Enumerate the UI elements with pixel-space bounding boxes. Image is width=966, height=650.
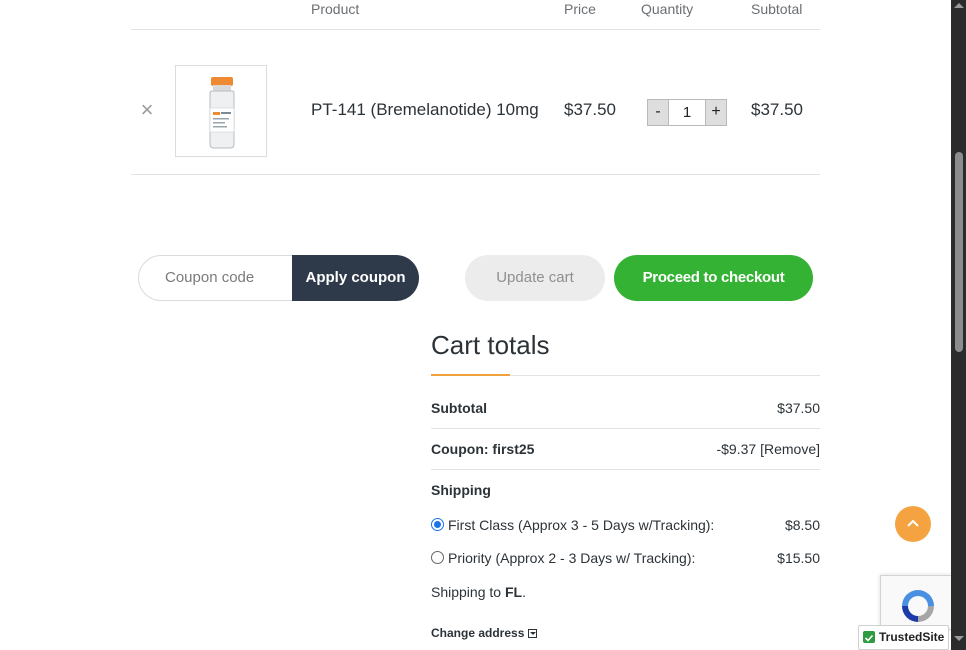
coupon-discount: -$9.37 [Remove]	[716, 441, 820, 457]
divider	[131, 174, 820, 175]
recaptcha-badge[interactable]	[880, 575, 951, 630]
product-thumbnail[interactable]	[175, 65, 267, 157]
recaptcha-icon	[902, 590, 934, 622]
shipping-priority-label[interactable]: Priority (Approx 2 - 3 Days w/ Tracking)…	[448, 550, 695, 566]
quantity-input[interactable]: 1	[669, 99, 705, 126]
coupon-discount-value: -$9.37	[716, 441, 757, 457]
column-header-price: Price	[564, 1, 596, 17]
quantity-decrease-button[interactable]: -	[647, 99, 669, 126]
column-header-product: Product	[311, 1, 360, 17]
column-header-subtotal: Subtotal	[751, 1, 803, 17]
divider	[431, 469, 820, 470]
proceed-to-checkout-button[interactable]: Proceed to checkout	[614, 255, 813, 301]
apply-coupon-button[interactable]: Apply coupon	[292, 255, 419, 301]
checkmark-icon	[863, 631, 875, 643]
scroll-to-top-button[interactable]	[895, 506, 931, 542]
remove-item-icon[interactable]: ×	[138, 99, 156, 121]
caret-down-icon	[528, 629, 538, 638]
shipping-to-prefix: Shipping to	[431, 584, 505, 600]
shipping-state: FL	[504, 584, 523, 600]
scroll-up-arrow-icon[interactable]	[954, 3, 964, 8]
product-name-link[interactable]: PT-141 (Bremelanotide) 10mg	[311, 100, 539, 120]
cart-totals-title: Cart totals	[431, 330, 550, 360]
title-accent-underline	[431, 374, 510, 376]
vial-product-image	[209, 77, 235, 149]
trusted-site-badge[interactable]: TrustedSite	[858, 625, 949, 650]
shipping-priority-radio[interactable]	[431, 551, 444, 564]
subtotal-value: $37.50	[777, 400, 820, 416]
shipping-first-class-radio[interactable]	[431, 518, 444, 531]
product-subtotal: $37.50	[751, 100, 803, 119]
subtotal-label: Subtotal	[431, 400, 487, 416]
shipping-priority-price: $15.50	[777, 550, 820, 566]
divider	[131, 29, 820, 30]
chevron-up-icon	[907, 519, 919, 527]
divider	[431, 428, 820, 429]
shipping-first-class-price: $8.50	[784, 517, 820, 533]
scroll-down-arrow-icon[interactable]	[954, 636, 964, 641]
coupon-label: Coupon: first25	[431, 441, 535, 457]
scrollbar-thumb[interactable]	[955, 152, 963, 352]
shipping-to-suffix: .	[522, 584, 526, 600]
change-address-link[interactable]: Change address	[431, 626, 538, 640]
column-header-quantity: Quantity	[641, 1, 694, 17]
update-cart-button[interactable]: Update cart	[465, 255, 605, 301]
shipping-destination: Shipping to FL.	[431, 584, 526, 600]
shipping-first-class-label[interactable]: First Class (Approx 3 - 5 Days w/Trackin…	[448, 517, 714, 533]
quantity-increase-button[interactable]: +	[705, 99, 727, 126]
trusted-site-label: TrustedSite	[879, 630, 945, 644]
coupon-code-input[interactable]: Coupon code	[138, 255, 308, 301]
shipping-label: Shipping	[431, 482, 491, 498]
change-address-label: Change address	[431, 626, 525, 640]
product-price: $37.50	[564, 100, 616, 119]
remove-coupon-link[interactable]: [Remove]	[760, 441, 820, 457]
quantity-stepper: - 1 +	[647, 99, 727, 126]
